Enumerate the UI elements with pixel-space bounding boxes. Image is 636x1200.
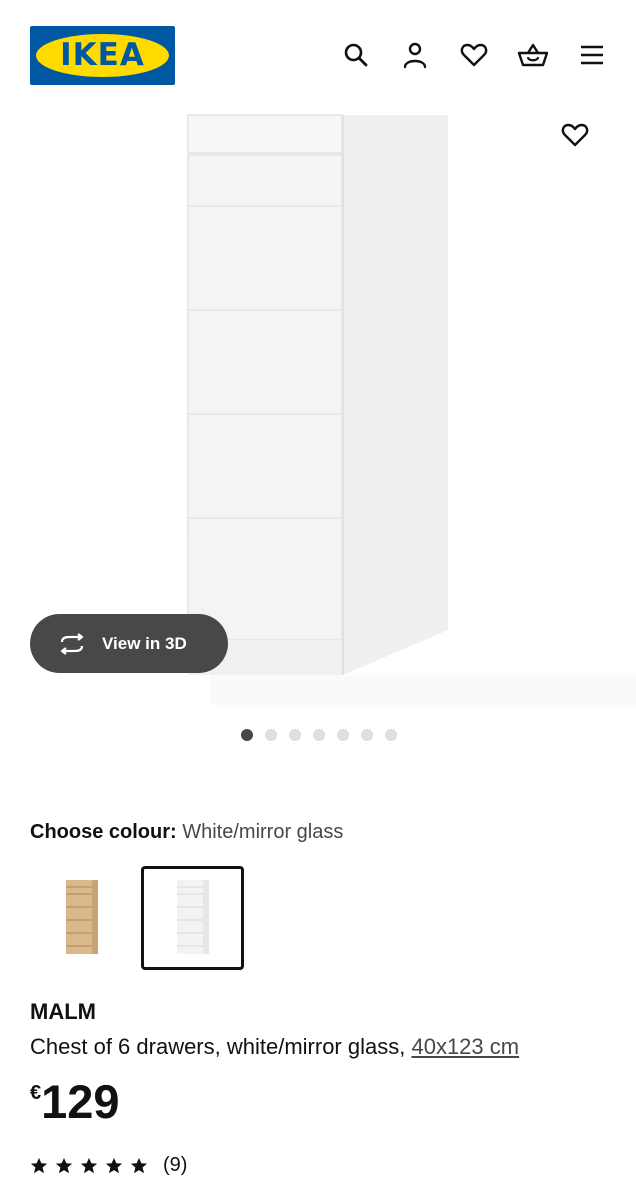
carousel-dot[interactable] xyxy=(337,729,349,741)
search-icon xyxy=(344,43,368,67)
favourites-button[interactable] xyxy=(458,38,490,72)
logo-registered-mark xyxy=(160,38,166,44)
colour-option-white[interactable] xyxy=(141,866,244,970)
star-icon xyxy=(55,1157,73,1173)
star-icon xyxy=(105,1157,123,1173)
carousel-dot[interactable] xyxy=(313,729,325,741)
search-button[interactable] xyxy=(340,38,372,72)
product-media-carousel[interactable]: View in 3D xyxy=(0,100,636,710)
header: IKEA xyxy=(0,0,636,100)
review-count: (9) xyxy=(163,1154,188,1176)
carousel-dot[interactable] xyxy=(265,729,277,741)
star-icon xyxy=(80,1157,98,1173)
price-amount: 129 xyxy=(41,1075,120,1128)
ikea-logo[interactable]: IKEA xyxy=(30,26,175,85)
view-in-3d-button[interactable]: View in 3D xyxy=(30,614,228,673)
account-icon xyxy=(403,42,427,69)
product-name: MALM xyxy=(30,999,96,1024)
view-in-3d-label: View in 3D xyxy=(102,633,187,653)
colour-selector-heading: Choose colour: White/mirror glass xyxy=(30,821,343,844)
price-currency: € xyxy=(30,1082,42,1104)
colour-value: White/mirror glass xyxy=(182,821,344,843)
carousel-dot[interactable] xyxy=(361,729,373,741)
oak-chest-thumbnail xyxy=(65,880,98,954)
product-size-link[interactable]: 40x123 cm xyxy=(411,1034,519,1059)
star-icon xyxy=(130,1157,148,1173)
product-rating[interactable]: (9) xyxy=(30,1154,187,1177)
carousel-dot[interactable] xyxy=(385,729,397,741)
header-nav xyxy=(340,38,608,72)
basket-icon xyxy=(517,43,549,67)
colour-option-oak[interactable] xyxy=(30,866,133,970)
rotate-3d-icon xyxy=(60,632,84,655)
star-icon xyxy=(30,1157,48,1173)
product-description-text: Chest of 6 drawers, white/mirror glass, xyxy=(30,1034,412,1059)
account-button[interactable] xyxy=(399,38,431,72)
heart-icon xyxy=(460,43,488,67)
carousel-dot[interactable] xyxy=(289,729,301,741)
colour-label: Choose colour: xyxy=(30,821,177,843)
save-to-favourites-button[interactable] xyxy=(558,118,592,152)
white-chest-thumbnail xyxy=(176,880,209,954)
basket-button[interactable] xyxy=(517,38,549,72)
logo-text: IKEA xyxy=(60,37,145,73)
heart-icon xyxy=(561,123,589,147)
product-price: €129 xyxy=(30,1074,120,1129)
carousel-pagination xyxy=(241,729,397,741)
menu-button[interactable] xyxy=(576,38,608,72)
menu-icon xyxy=(581,45,603,65)
product-description: Chest of 6 drawers, white/mirror glass, … xyxy=(30,1034,519,1060)
carousel-dot[interactable] xyxy=(241,729,253,741)
colour-swatches xyxy=(30,866,244,970)
